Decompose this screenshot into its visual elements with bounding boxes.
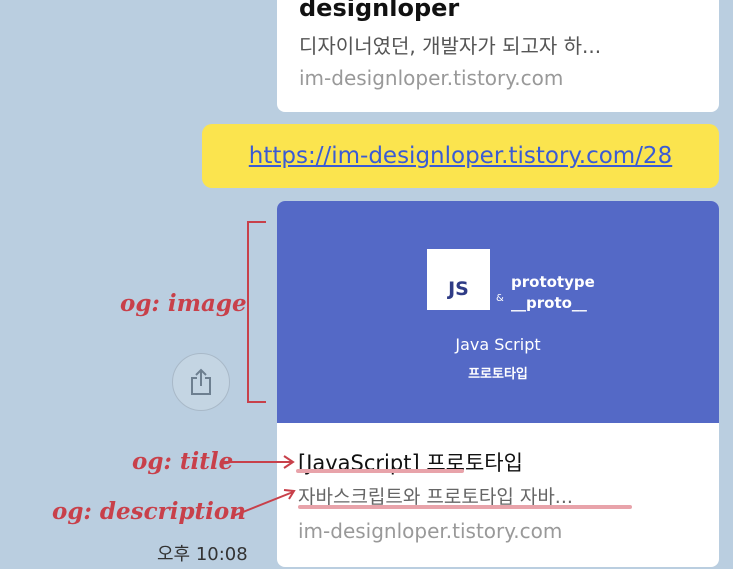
image-text-prototype: prototype xyxy=(511,273,595,291)
image-text-korean: 프로토타입 xyxy=(468,367,528,382)
share-icon xyxy=(191,368,211,395)
annotation-og-description: og: description xyxy=(52,498,246,525)
title-underline xyxy=(296,469,464,473)
prev-card-description: 디자이너였던, 개발자가 되고자 하... xyxy=(299,34,602,58)
prev-link-preview-card[interactable]: designloper 디자이너였던, 개발자가 되고자 하... im-des… xyxy=(277,0,719,112)
image-text-javascript: Java Script xyxy=(455,335,541,354)
message-link[interactable]: https://im-designloper.tistory.com/28 xyxy=(249,143,672,169)
og-image: JS & prototype __proto__ Java Script 프로토… xyxy=(277,201,719,423)
link-preview-card[interactable]: JS & prototype __proto__ Java Script 프로토… xyxy=(277,201,719,567)
timestamp: 오후 10:08 xyxy=(157,544,248,565)
image-bracket xyxy=(247,221,266,403)
js-badge-text: JS xyxy=(448,278,469,300)
image-text-proto: __proto__ xyxy=(511,294,587,312)
image-amp: & xyxy=(496,293,504,304)
js-badge: JS xyxy=(427,249,490,310)
message-bubble: https://im-designloper.tistory.com/28 xyxy=(202,124,719,188)
description-underline xyxy=(298,505,632,509)
og-domain: im-designloper.tistory.com xyxy=(298,519,563,543)
share-button[interactable] xyxy=(172,353,230,411)
prev-card-title: designloper xyxy=(299,0,460,22)
annotation-og-title: og: title xyxy=(132,448,234,475)
annotation-og-image: og: image xyxy=(120,290,247,317)
prev-card-domain: im-designloper.tistory.com xyxy=(299,66,564,90)
